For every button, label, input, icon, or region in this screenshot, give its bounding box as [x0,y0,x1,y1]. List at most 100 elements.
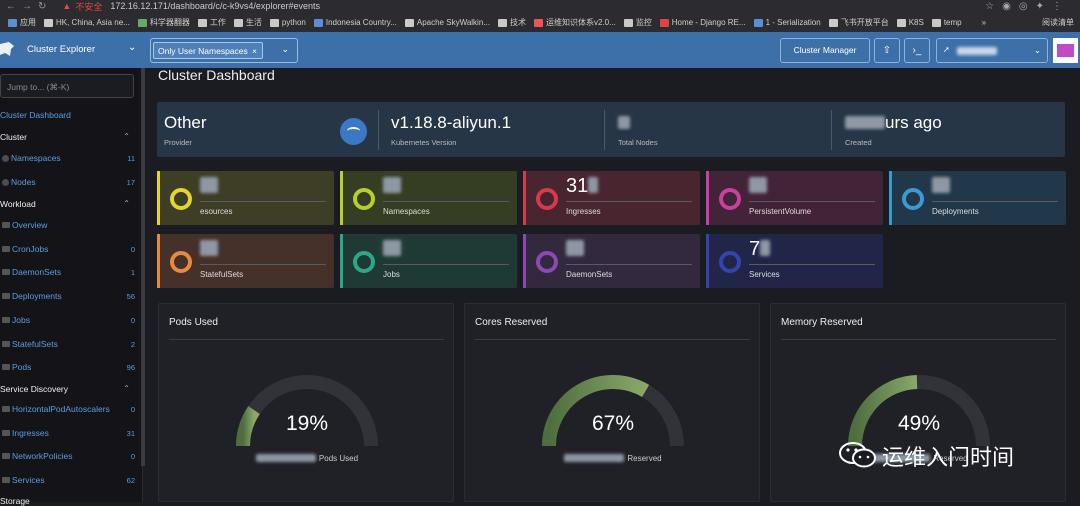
folder-icon [233,18,243,27]
bookmark-item[interactable]: 生活 [233,17,262,28]
chevron-down-icon[interactable]: ⌄ [1034,45,1041,56]
bookmark-item[interactable]: 技术 [497,17,526,28]
pods-used-panel: Pods Used 19% Pods Used [158,303,454,502]
sidebar-item-services[interactable]: Services 62 [2,475,138,485]
browser-chrome: ←→↻ ▲ 不安全 172.16.12.171/dashboard/c/c-k9… [0,0,1080,32]
cluster-explorer-title[interactable]: Cluster Explorer [27,44,95,55]
more-bookmarks-icon[interactable]: » [982,18,986,27]
gauge-percent: 49% [897,412,941,435]
card-divider [200,201,326,202]
folder-icon [2,269,10,276]
sidebar-item-cluster-dashboard[interactable]: Cluster Dashboard [0,110,71,120]
item-count: 31 [126,428,135,438]
ring-icon [170,251,192,273]
sidebar-item-horizontalpodautoscalers[interactable]: HorizontalPodAutoscalers 0 [2,404,138,414]
resource-card-services[interactable]: 7 Services [706,234,883,288]
resource-card-esources[interactable]: esources [157,171,334,225]
avatar[interactable] [1053,38,1078,63]
ring-icon [353,251,375,273]
sidebar-item-nodes[interactable]: Nodes 17 [2,177,138,187]
upload-icon[interactable]: ⇧ [874,38,900,63]
bookmark-item[interactable]: 科学器翻器 [137,17,190,28]
user-select[interactable]: ➚ ⌄ [936,38,1048,63]
bookmark-item[interactable]: Indonesia Country... [313,18,397,27]
sidebar-scrollbar[interactable] [141,68,145,466]
sidebar-item-networkpolicies[interactable]: NetworkPolicies 0 [2,451,138,461]
card-label: DaemonSets [566,270,613,279]
sidebar-item-ingresses[interactable]: Ingresses 31 [2,428,138,438]
sidebar-group-service-discovery[interactable]: Service Discovery ⌃ [0,384,138,394]
ring-icon [536,188,558,210]
bookmark-item[interactable]: 运维知识体系v2.0... [533,17,616,28]
sidebar-group-cluster[interactable]: Cluster ⌃ [0,132,138,142]
url-text[interactable]: 172.16.12.171/dashboard/c/c-k9vs4/explor… [110,1,320,11]
card-accent-bar [706,234,709,288]
globe-icon [2,155,9,162]
search-input[interactable]: Jump to... (⌘-K) [0,74,134,98]
close-icon[interactable]: × [252,46,257,56]
divider [604,110,605,150]
bookmark-item[interactable]: 应用 [8,17,36,28]
address-bar[interactable]: ←→↻ ▲ 不安全 172.16.12.171/dashboard/c/c-k9… [0,0,1080,12]
sidebar-item-statefulsets[interactable]: StatefulSets 2 [2,339,138,349]
bookmark-item[interactable]: 监控 [623,17,652,28]
provider-logo-icon [340,118,367,145]
resource-card-deployments[interactable]: Deployments [889,171,1066,225]
resource-card-namespaces[interactable]: Namespaces [340,171,517,225]
bookmark-item[interactable]: 1 - Serialization [753,18,821,27]
bookmark-item[interactable]: python [269,18,306,27]
reading-list[interactable]: 阅读清单 [1042,17,1074,28]
rancher-logo-icon[interactable] [0,40,16,60]
page-title: Cluster Dashboard [158,67,275,83]
card-divider [566,201,692,202]
folder-icon [2,453,10,460]
sidebar-item-daemonsets[interactable]: DaemonSets 1 [2,267,138,277]
card-label: esources [200,207,233,216]
resource-card-jobs[interactable]: Jobs [340,234,517,288]
bookmark-item[interactable]: Apache SkyWalkin... [404,18,490,27]
bookmark-item[interactable]: Home - Django RE... [659,18,746,27]
resource-card-daemonsets[interactable]: DaemonSets [523,234,700,288]
sidebar-item-cronjobs[interactable]: CronJobs 0 [2,244,138,254]
sidebar-group-workload[interactable]: Workload ⌃ [0,199,138,209]
card-label: StatefulSets [200,270,244,279]
sidebar-item-deployments[interactable]: Deployments 56 [2,291,138,301]
item-count: 0 [130,405,135,414]
chevron-up-icon: ⌃ [123,132,130,141]
provider-value: Other [164,113,207,132]
resource-card-statefulsets[interactable]: StatefulSets [157,234,334,288]
namespace-chip[interactable]: Only User Namespaces × [153,42,263,59]
card-divider [749,201,875,202]
sidebar-item-pods[interactable]: Pods 96 [2,362,138,372]
bookmark-item[interactable]: HK, China, Asia ne... [44,18,130,27]
bookmark-item[interactable]: K8S [896,18,924,27]
bookmark-icon [753,18,763,27]
bookmark-item[interactable]: 飞书开放平台 [828,17,889,28]
shell-icon[interactable]: ›_ [904,38,930,63]
chevron-down-icon[interactable]: ⌄ [281,44,289,55]
card-label: Ingresses [566,207,601,216]
folder-icon [896,18,906,27]
card-count: 7 [749,238,771,261]
sidebar-group-storage[interactable]: Storage [0,496,138,506]
ring-icon [536,251,558,273]
folder-icon [2,406,10,412]
bookmark-item[interactable]: temp [931,18,962,27]
resource-card-persistentvolume[interactable]: PersistentVolume [706,171,883,225]
cluster-info-bar: Other Provider v1.18.8-aliyun.1 Kubernet… [157,102,1065,157]
back-forward-reload-icons[interactable]: ←→↻ [6,1,52,12]
card-count [932,175,950,198]
bookmark-item[interactable]: 工作 [197,17,226,28]
sidebar-item-overview[interactable]: Overview [2,220,138,230]
folder-icon [269,18,279,27]
watermark-text: 运维入门时间 [882,446,1015,471]
item-count: 2 [130,339,135,349]
chevron-down-icon[interactable]: ⌄ [128,42,136,53]
sidebar-item-namespaces[interactable]: Namespaces 11 [2,153,138,163]
sidebar-item-jobs[interactable]: Jobs 0 [2,315,138,325]
resource-card-ingresses[interactable]: 31 Ingresses [523,171,700,225]
cluster-manager-button[interactable]: Cluster Manager [780,38,870,63]
namespace-filter[interactable]: Only User Namespaces × ⌄ [150,38,298,63]
browser-actions-icons[interactable]: ☆◉◎✦⋮ [985,1,1070,12]
card-divider [200,264,326,265]
